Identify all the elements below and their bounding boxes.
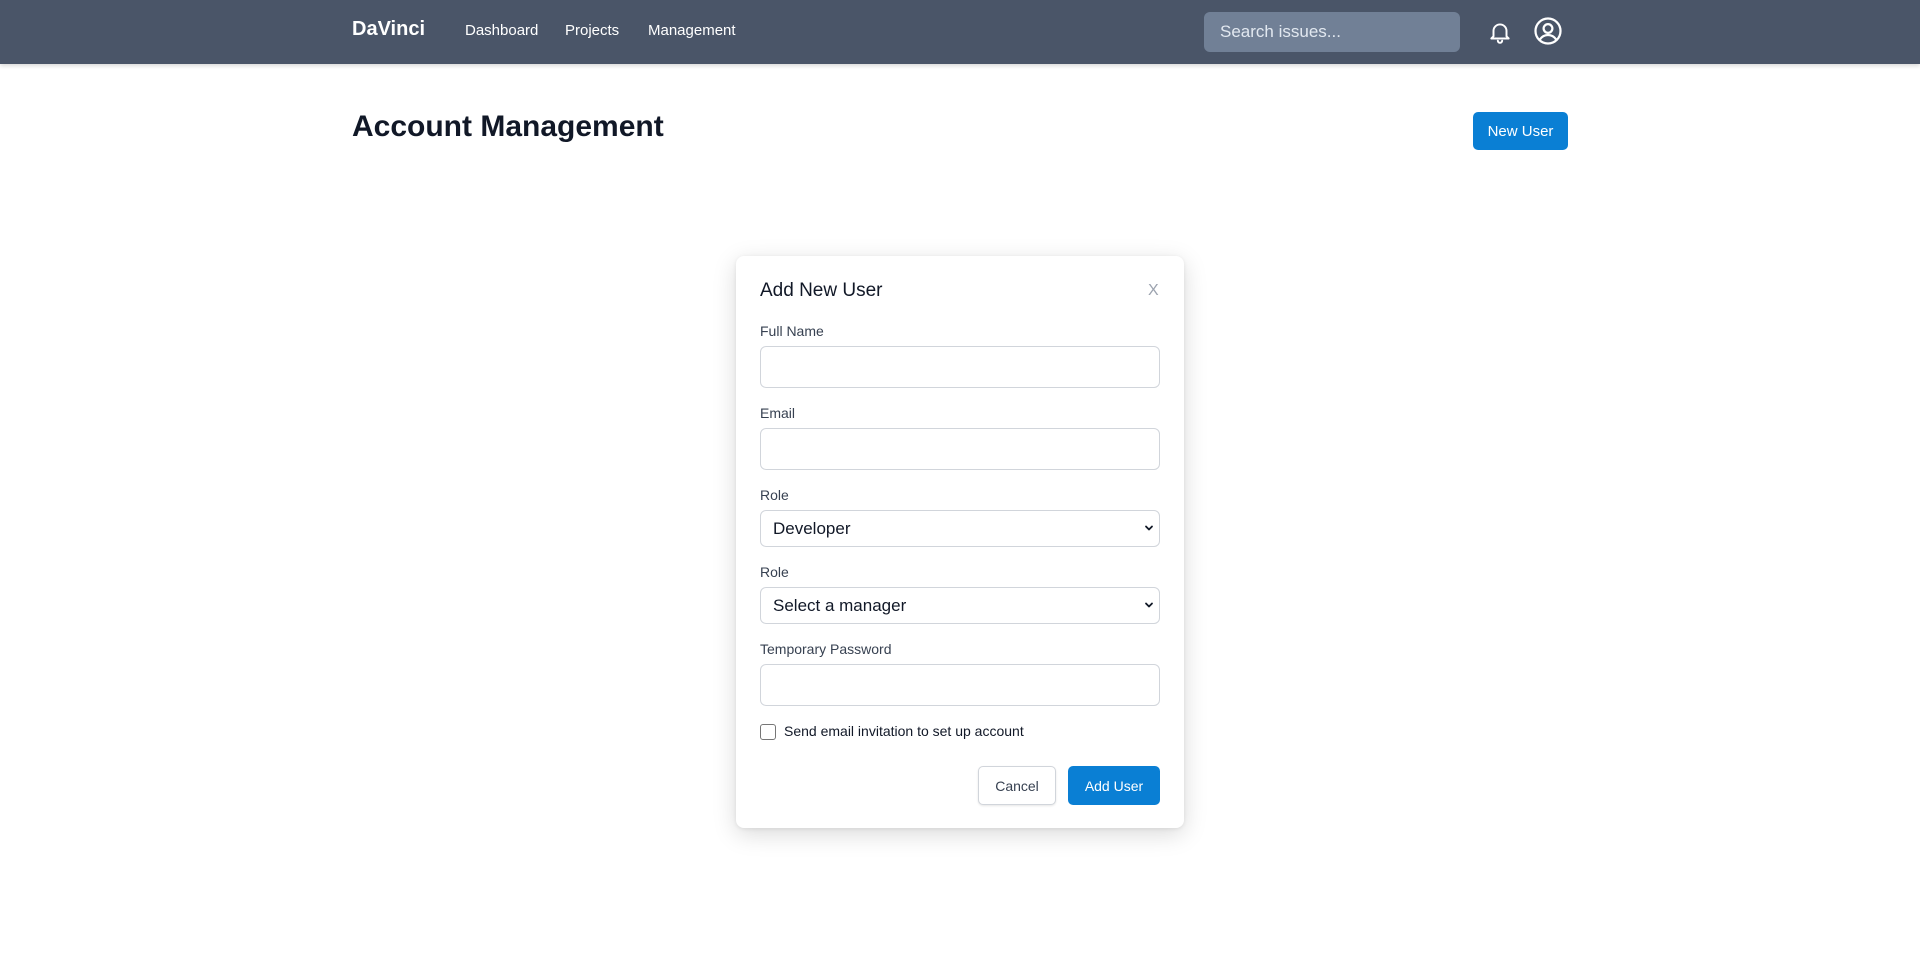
nav-projects[interactable]: Projects [565,22,619,39]
close-icon[interactable]: X [1148,282,1159,300]
bell-icon[interactable] [1487,19,1513,45]
email-label: Email [760,405,796,421]
add-user-button[interactable]: Add User [1068,766,1160,805]
chevron-down-icon [1145,602,1153,608]
manager-select-value: Select a manager [773,596,907,615]
cancel-button[interactable]: Cancel [978,766,1056,805]
top-navbar: DaVinci Dashboard Projects Management [0,0,1920,64]
brand-logo[interactable]: DaVinci [352,18,425,41]
email-input[interactable] [760,428,1160,470]
user-circle-icon[interactable] [1533,16,1563,46]
nav-dashboard[interactable]: Dashboard [465,22,538,39]
search-input[interactable] [1204,12,1460,52]
new-user-button[interactable]: New User [1473,112,1568,150]
full-name-input[interactable] [760,346,1160,388]
manager-select[interactable]: Select a manager [760,587,1160,624]
nav-management[interactable]: Management [648,22,736,39]
role-select[interactable]: Developer [760,510,1160,547]
role-select-value: Developer [773,519,851,538]
full-name-label: Full Name [760,323,824,339]
password-input[interactable] [760,664,1160,706]
page-title: Account Management [352,110,664,143]
chevron-down-icon [1145,525,1153,531]
modal-title: Add New User [760,280,883,301]
role-label: Role [760,487,789,503]
invite-checkbox-label[interactable]: Send email invitation to set up account [784,723,1024,739]
add-user-modal: Add New User X Full Name Email Role Deve… [736,256,1184,828]
manager-label: Role [760,564,789,580]
invite-checkbox[interactable] [760,724,776,740]
password-label: Temporary Password [760,641,892,657]
